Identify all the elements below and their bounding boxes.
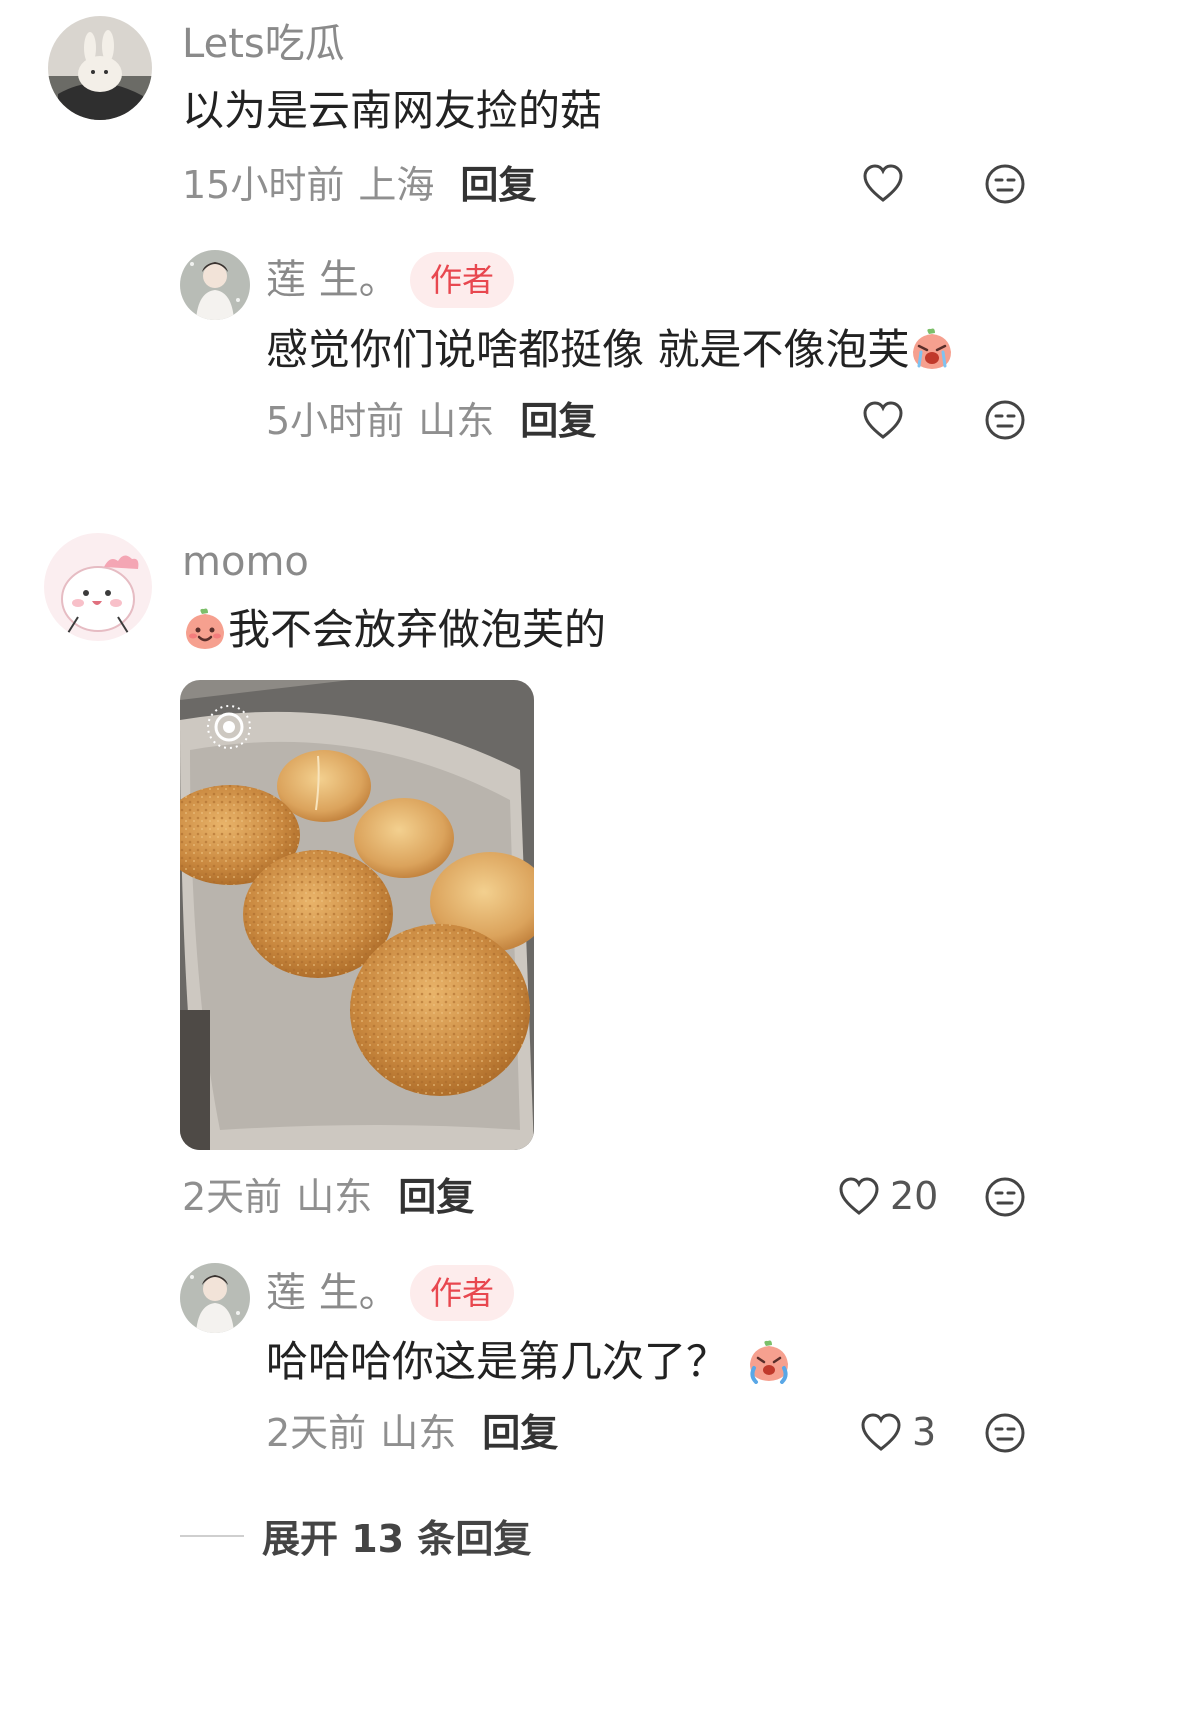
expand-replies-label[interactable]: 展开 13 条回复 — [262, 1508, 531, 1563]
reply-button[interactable]: 回复 — [482, 1414, 558, 1452]
reply-meta: 2天前 山东 回复 — [266, 1414, 558, 1452]
timestamp: 2天前 — [266, 1411, 367, 1455]
crying-peach-emoji-icon — [909, 326, 955, 379]
dislike-button[interactable] — [984, 399, 1026, 441]
dislike-button[interactable] — [984, 163, 1026, 205]
reply-button[interactable]: 回复 — [520, 402, 596, 440]
neutral-face-icon — [985, 1413, 1025, 1453]
live-photo-icon — [204, 702, 254, 756]
like-count: 20 — [890, 1174, 939, 1218]
avatar[interactable] — [48, 16, 152, 120]
timestamp: 15小时前 — [182, 163, 345, 207]
username[interactable]: Lets吃瓜 — [182, 24, 345, 64]
timestamp: 2天前 — [182, 1175, 283, 1219]
neutral-face-icon — [985, 400, 1025, 440]
location: 山东 — [418, 399, 495, 443]
like-button[interactable] — [862, 400, 904, 440]
location: 山东 — [380, 1411, 457, 1455]
username[interactable]: momo — [182, 542, 309, 582]
reply-button[interactable]: 回复 — [398, 1178, 474, 1216]
comment-meta: 15小时前 上海 回复 — [182, 166, 536, 204]
reply-text: 哈哈哈你这是第几次了？ — [266, 1338, 794, 1391]
expand-replies-button[interactable]: 展开 13 条回复 — [180, 1508, 531, 1563]
crying-peach-emoji-icon — [744, 1338, 794, 1391]
heart-outline-icon — [839, 1177, 879, 1215]
reply-button[interactable]: 回复 — [460, 166, 536, 204]
comment-text-content: 我不会放弃做泡芙的 — [228, 605, 607, 654]
location: 上海 — [358, 163, 435, 207]
divider — [180, 1534, 244, 1537]
reply-text: 感觉你们说啥都挺像 就是不像泡芙 — [266, 326, 955, 379]
avatar[interactable] — [180, 1263, 250, 1333]
comment-text: 以为是云南网友捡的菇 — [182, 86, 603, 135]
avatar[interactable] — [180, 250, 250, 320]
neutral-face-icon — [985, 1177, 1025, 1217]
like-button[interactable] — [862, 163, 904, 203]
timestamp: 5小时前 — [266, 399, 405, 443]
comment-meta: 2天前 山东 回复 — [182, 1178, 474, 1216]
comment-photo[interactable] — [180, 680, 534, 1150]
heart-outline-icon — [863, 401, 903, 439]
heart-outline-icon — [863, 164, 903, 202]
smiling-peach-emoji-icon — [182, 606, 228, 659]
location: 山东 — [296, 1175, 373, 1219]
like-count: 3 — [912, 1410, 937, 1454]
comment-text: 我不会放弃做泡芙的 — [182, 606, 606, 659]
like-button[interactable]: 3 — [860, 1412, 936, 1452]
dislike-button[interactable] — [984, 1176, 1026, 1218]
neutral-face-icon — [985, 164, 1025, 204]
username[interactable]: 莲 生。 — [266, 260, 399, 300]
reply-text-content: 哈哈哈你这是第几次了？ — [266, 1337, 729, 1386]
reply-meta: 5小时前 山东 回复 — [266, 402, 596, 440]
avatar[interactable] — [44, 533, 152, 641]
author-badge: 作者 — [410, 252, 515, 308]
username[interactable]: 莲 生。 — [266, 1273, 399, 1313]
author-badge: 作者 — [410, 1265, 515, 1321]
reply-text-content: 感觉你们说啥都挺像 就是不像泡芙 — [266, 325, 910, 374]
heart-outline-icon — [861, 1413, 901, 1451]
dislike-button[interactable] — [984, 1412, 1026, 1454]
like-button[interactable]: 20 — [838, 1176, 938, 1216]
